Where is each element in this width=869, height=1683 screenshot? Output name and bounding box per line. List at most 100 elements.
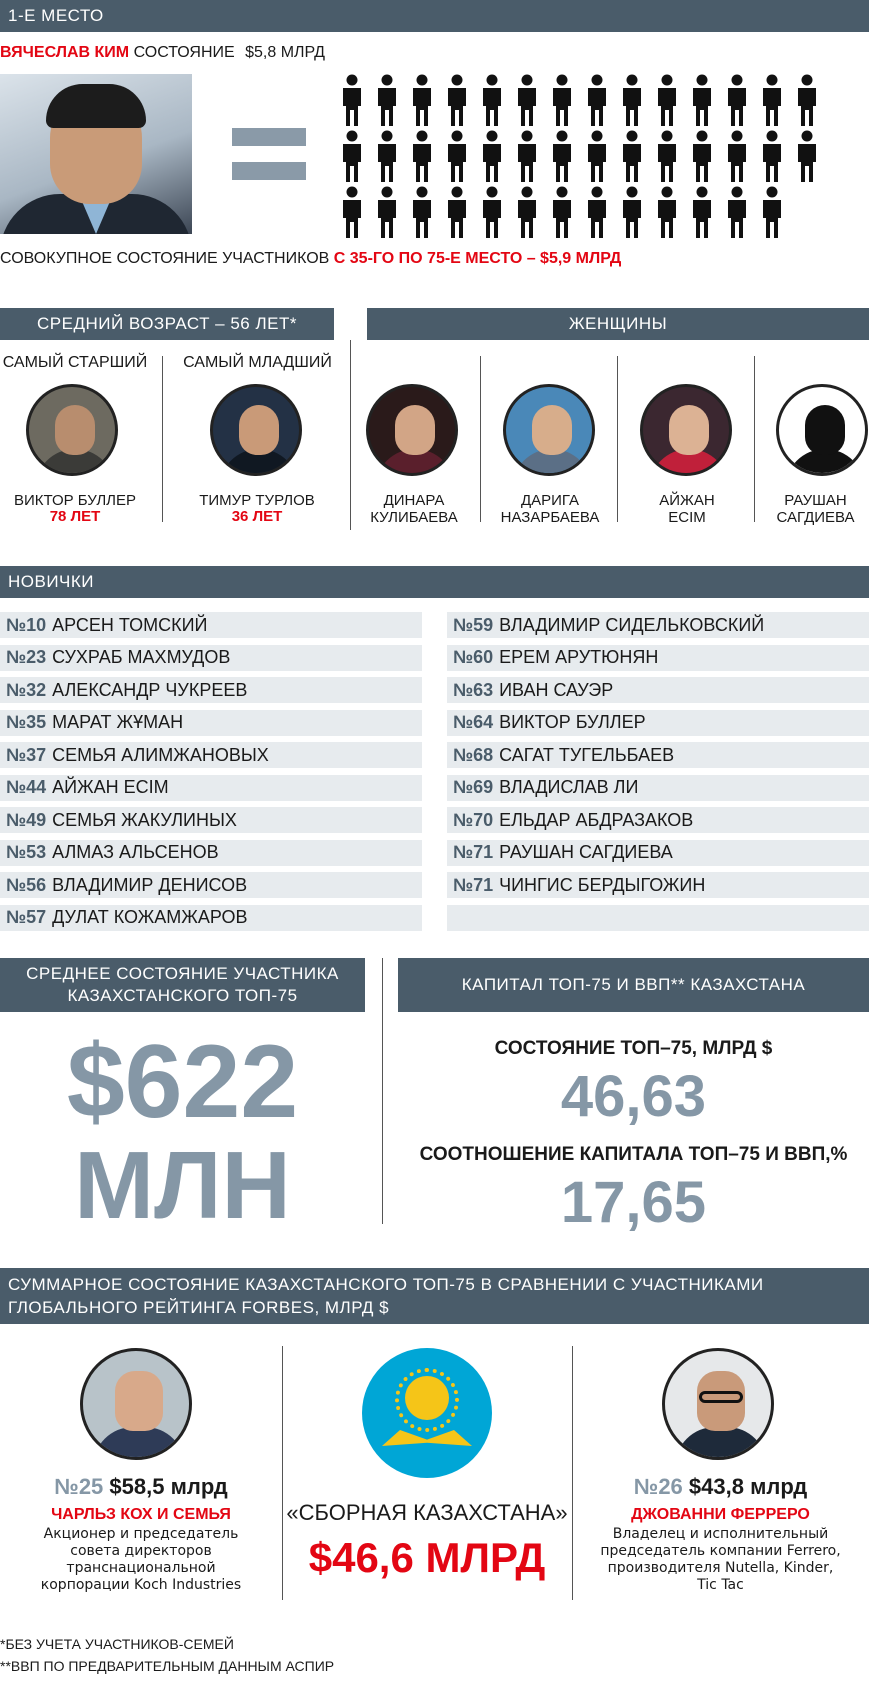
- woman-name-line: САГДИЕВА: [776, 509, 855, 526]
- person-icon: [340, 186, 364, 240]
- person-icon: [655, 186, 679, 240]
- newcomer-rank: №57: [6, 907, 47, 927]
- footnote-2: **ВВП ПО ПРЕДВАРИТЕЛЬНЫМ ДАННЫМ АСПИР: [0, 1658, 335, 1674]
- woman-name-line: АЙЖАН: [659, 492, 715, 509]
- avatar-woman: [640, 384, 732, 476]
- top-person-line: ВЯЧЕСЛАВ КИМ СОСТОЯНИЕ $5,8 МЛРД: [0, 44, 325, 62]
- newcomer-name: ЧИНГИС БЕРДЫГОЖИН: [499, 874, 706, 895]
- woman-name: ДИНАРА КУЛИБАЕВА: [356, 492, 472, 526]
- newcomer-name: САГАТ ТУГЕЛЬБАЕВ: [499, 744, 675, 765]
- women-header-label: ЖЕНЩИНЫ: [568, 314, 668, 333]
- newcomer-row: №57 ДУЛАТ КОЖАМЖАРОВ: [0, 904, 422, 931]
- newcomer-row: №71 ЧИНГИС БЕРДЫГОЖИН: [447, 872, 869, 898]
- average-header-line: КАЗАХСТАНСКОГО ТОП-75: [67, 986, 298, 1005]
- person-icon: [445, 74, 469, 128]
- newcomer-rank: №56: [6, 874, 47, 895]
- person-icon: [655, 74, 679, 128]
- newcomer-name: ВЛАДИМИР СИДЕЛЬКОВСКИЙ: [499, 614, 765, 635]
- newcomer-name: ВЛАДИСЛАВ ЛИ: [499, 777, 639, 797]
- newcomer-row: №10 АРСЕН ТОМСКИЙ: [0, 612, 422, 638]
- koch-description-line: корпорации Koch Industries: [40, 1577, 242, 1593]
- newcomer-row: №70 ЕЛЬДАР АБДРАЗАКОВ: [447, 807, 869, 833]
- newcomer-rank: №59: [453, 614, 494, 635]
- newcomer-name: ВИКТОР БУЛЛЕР: [499, 712, 646, 732]
- divider: [350, 340, 351, 530]
- section-header-capital: КАПИТАЛ ТОП-75 И ВВП** КАЗАХСТАНА: [398, 958, 869, 1012]
- ferrero-rank: №26: [633, 1474, 683, 1499]
- newcomer-row: №71 РАУШАН САГДИЕВА: [447, 839, 869, 866]
- section-header-global: СУММАРНОЕ СОСТОЯНИЕ КАЗАХСТАНСКОГО ТОП-7…: [0, 1268, 869, 1324]
- newcomer-row: №56 ВЛАДИМИР ДЕНИСОВ: [0, 872, 422, 898]
- newcomer-rank: №60: [453, 647, 494, 667]
- person-icon: [550, 186, 574, 240]
- section-header-age: СРЕДНИЙ ВОЗРАСТ – 56 ЛЕТ*: [0, 308, 334, 340]
- oldest-name: ВИКТОР БУЛЛЕР: [13, 492, 137, 509]
- combined-wealth-line: СОВОКУПНОЕ СОСТОЯНИЕ УЧАСТНИКОВ С 35-ГО …: [0, 250, 621, 268]
- koch-description-line: Акционер и председатель: [43, 1526, 239, 1542]
- person-icon: [480, 130, 504, 184]
- newcomer-name: АЙЖАН ЕСІМ: [52, 777, 169, 797]
- person-icon: [585, 186, 609, 240]
- person-icon: [655, 130, 679, 184]
- newcomer-rank: №49: [6, 809, 47, 830]
- avatar-oldest: [26, 384, 118, 476]
- flag-eagle: [382, 1430, 472, 1446]
- avatar-koch: [80, 1348, 192, 1460]
- woman-name-line: ДАРИГА: [520, 492, 580, 509]
- person-icon: [585, 74, 609, 128]
- person-icon: [515, 186, 539, 240]
- global-header-line: СУММАРНОЕ СОСТОЯНИЕ КАЗАХСТАНСКОГО ТОП-7…: [8, 1275, 764, 1294]
- section-header-first-place: 1-Е МЕСТО: [0, 0, 869, 32]
- kazakhstan-flag-emblem: [362, 1348, 492, 1478]
- avatar-ferrero: [662, 1348, 774, 1460]
- newcomer-row: №69 ВЛАДИСЛАВ ЛИ: [447, 774, 869, 801]
- koch-description-line: транснациональной: [66, 1560, 216, 1576]
- person-icon: [725, 74, 749, 128]
- newcomer-name: РАУШАН САГДИЕВА: [499, 842, 673, 862]
- person-icon: [620, 74, 644, 128]
- newcomer-rank: №64: [453, 712, 494, 732]
- newcomer-row: №60 ЕРЕМ АРУТЮНЯН: [447, 644, 869, 671]
- flag-rays: [395, 1368, 459, 1432]
- woman-name-line: ДИНАРА: [383, 492, 445, 509]
- newcomer-row: №32 АЛЕКСАНДР ЧУКРЕЕВ: [0, 677, 422, 703]
- wealth-label: СОСТОЯНИЕ: [133, 44, 235, 61]
- newcomer-name: АЛМАЗ АЛЬСЕНОВ: [52, 842, 219, 862]
- top-person-photo: [0, 74, 192, 234]
- newcomer-name: ВЛАДИМИР ДЕНИСОВ: [52, 874, 248, 895]
- person-icon: [340, 130, 364, 184]
- global-header-line: ГЛОБАЛЬНОГО РЕЙТИНГА FORBES, МЛРД $: [8, 1298, 390, 1317]
- capital-value-2: 17,65: [560, 1170, 707, 1235]
- ferrero-description-line: председатель компании Ferrero,: [600, 1543, 841, 1559]
- wealth-value: $5,8 МЛРД: [245, 44, 325, 61]
- newcomer-rank: №69: [453, 777, 494, 797]
- youngest-age: 36 ЛЕТ: [231, 508, 283, 525]
- ferrero-description-line: Владелец и исполнительный: [612, 1526, 829, 1542]
- top-person-name: ВЯЧЕСЛАВ КИМ: [0, 44, 130, 61]
- newcomer-rank: №32: [6, 679, 47, 700]
- kazakhstan-value: $46,6 МЛРД: [308, 1534, 546, 1581]
- ferrero-description-line: производителя Nutella, Kinder,: [607, 1560, 834, 1576]
- person-icon: [515, 130, 539, 184]
- equals-icon: [232, 128, 306, 180]
- average-unit: МЛН: [74, 1132, 291, 1239]
- capital-header-label: КАПИТАЛ ТОП-75 И ВВП** КАЗАХСТАНА: [461, 975, 806, 994]
- person-icon: [620, 130, 644, 184]
- person-icon: [760, 130, 784, 184]
- youngest-name: ТИМУР ТУРЛОВ: [199, 492, 315, 509]
- newcomer-rank: №10: [6, 614, 47, 635]
- newcomer-row: №23 СУХРАБ МАХМУДОВ: [0, 644, 422, 671]
- section-header-newcomers: НОВИЧКИ: [0, 566, 869, 598]
- newcomer-name: ИВАН САУЭР: [499, 679, 614, 700]
- avatar-silhouette: [776, 384, 868, 476]
- koch-rank: №25: [54, 1474, 104, 1499]
- capital-value-1: 46,63: [560, 1064, 707, 1129]
- average-header-line: СРЕДНЕЕ СОСТОЯНИЕ УЧАСТНИКА: [26, 964, 339, 983]
- newcomer-row: №64 ВИКТОР БУЛЛЕР: [447, 709, 869, 736]
- person-icon: [620, 186, 644, 240]
- newcomer-name: ЕЛЬДАР АБДРАЗАКОВ: [499, 809, 694, 830]
- newcomer-name: АРСЕН ТОМСКИЙ: [52, 614, 208, 635]
- newcomer-rank: №63: [453, 679, 494, 700]
- combined-wealth-text: СОВОКУПНОЕ СОСТОЯНИЕ УЧАСТНИКОВ: [0, 250, 330, 267]
- koch-description: Акционер и председатель совета директоро…: [0, 1526, 282, 1594]
